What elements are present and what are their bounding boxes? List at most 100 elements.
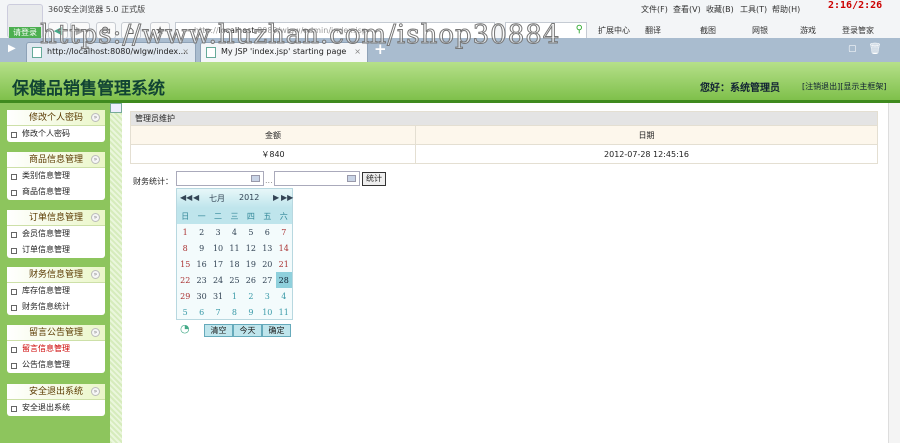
collapse-icon[interactable]: » <box>91 113 100 122</box>
calendar-day[interactable]: 2 <box>243 288 259 304</box>
calendar-day[interactable]: 3 <box>210 224 226 240</box>
month-select[interactable]: 七月 <box>209 193 225 204</box>
panel-header[interactable]: 财务信息管理» <box>7 267 105 283</box>
login-button[interactable]: 请登录 <box>9 27 41 38</box>
panel-header[interactable]: 商品信息管理» <box>7 152 105 168</box>
collapse-sidebar-button[interactable] <box>110 103 122 113</box>
collapse-icon[interactable]: » <box>91 270 100 279</box>
trash-icon[interactable]: 🗑 <box>868 42 882 55</box>
tool-games[interactable]: 游戏 <box>800 25 816 36</box>
calendar-day[interactable]: 1 <box>177 224 193 240</box>
calendar-day[interactable]: 6 <box>259 224 275 240</box>
calendar-day[interactable]: 26 <box>243 272 259 288</box>
tool-bank[interactable]: 网银 <box>752 25 768 36</box>
collapse-icon[interactable]: » <box>91 155 100 164</box>
end-date-input[interactable] <box>274 171 360 186</box>
calendar-day[interactable]: 7 <box>210 304 226 320</box>
sidebar-item[interactable]: 订单信息管理 <box>7 242 105 258</box>
scrollbar[interactable] <box>888 103 900 443</box>
calendar-day[interactable]: 31 <box>210 288 226 304</box>
calendar-day[interactable]: 10 <box>210 240 226 256</box>
calendar-icon[interactable] <box>347 175 356 182</box>
calendar-day[interactable]: 17 <box>210 256 226 272</box>
calendar-day[interactable]: 30 <box>193 288 209 304</box>
sidebar-item[interactable]: 修改个人密码 <box>7 126 105 142</box>
next-month-icon[interactable]: ▶ <box>273 193 279 202</box>
menu-view[interactable]: 查看(V) <box>673 4 701 15</box>
calendar-day[interactable]: 24 <box>210 272 226 288</box>
collapse-icon[interactable]: » <box>91 328 100 337</box>
calendar-day[interactable]: 7 <box>276 224 292 240</box>
calendar-icon[interactable] <box>251 175 260 182</box>
calendar-day[interactable]: 2 <box>193 224 209 240</box>
start-date-input[interactable] <box>176 171 264 186</box>
tool-screenshot[interactable]: 截图 <box>700 25 716 36</box>
sidebar-item[interactable]: 公告信息管理 <box>7 357 105 373</box>
calendar-day[interactable]: 5 <box>177 304 193 320</box>
tool-translate[interactable]: 翻译 <box>645 25 661 36</box>
calendar-day[interactable]: 4 <box>276 288 292 304</box>
calendar-day[interactable]: 12 <box>243 240 259 256</box>
panel-header[interactable]: 修改个人密码» <box>7 110 105 126</box>
calendar-day[interactable]: 1 <box>226 288 242 304</box>
calendar-day[interactable]: 18 <box>226 256 242 272</box>
calendar-day[interactable]: 3 <box>259 288 275 304</box>
menu-help[interactable]: 帮助(H) <box>772 4 800 15</box>
today-button[interactable]: 今天 <box>233 324 262 337</box>
calendar-day[interactable]: 5 <box>243 224 259 240</box>
next-year-icon[interactable]: ▶▶ <box>281 193 293 202</box>
panel-header[interactable]: 留言公告管理» <box>7 325 105 341</box>
statistics-button[interactable]: 统计 <box>362 172 386 186</box>
sidebar-item[interactable]: 库存信息管理 <box>7 283 105 299</box>
calendar-day[interactable]: 14 <box>276 240 292 256</box>
calendar-day[interactable]: 29 <box>177 288 193 304</box>
calendar-day[interactable]: 21 <box>276 256 292 272</box>
menu-tools[interactable]: 工具(T) <box>740 4 767 15</box>
time-icon[interactable]: ◔ <box>180 322 190 335</box>
calendar-day[interactable]: 6 <box>193 304 209 320</box>
calendar-day[interactable]: 13 <box>259 240 275 256</box>
tool-extensions[interactable]: 扩展中心 <box>598 25 630 36</box>
sidebar-item[interactable]: 安全退出系统 <box>7 400 105 416</box>
sidebar-item[interactable]: 留言信息管理 <box>7 341 105 357</box>
collapse-icon[interactable]: » <box>91 213 100 222</box>
tab-count-icon[interactable]: ▢ <box>848 44 857 54</box>
sidebar-item[interactable]: 类别信息管理 <box>7 168 105 184</box>
calendar-day[interactable]: 25 <box>226 272 242 288</box>
prev-month-icon[interactable]: ◀ <box>193 193 199 202</box>
splitter[interactable] <box>110 103 122 443</box>
calendar-day[interactable]: 10 <box>259 304 275 320</box>
calendar-day[interactable]: 9 <box>243 304 259 320</box>
menu-favorites[interactable]: 收藏(B) <box>706 4 734 15</box>
calendar-day[interactable]: 23 <box>193 272 209 288</box>
sidebar-item[interactable]: 会员信息管理 <box>7 226 105 242</box>
calendar-day[interactable]: 19 <box>243 256 259 272</box>
calendar-day[interactable]: 4 <box>226 224 242 240</box>
calendar-day[interactable]: 9 <box>193 240 209 256</box>
logout-link[interactable]: [注销退出] <box>802 82 840 91</box>
search-icon[interactable]: ⚲ <box>576 24 583 35</box>
menu-file[interactable]: 文件(F) <box>641 4 668 15</box>
calendar-day[interactable]: 28 <box>275 272 292 288</box>
sidebar-toggle-icon[interactable]: ▶ <box>8 43 16 54</box>
collapse-icon[interactable]: » <box>91 387 100 396</box>
clear-button[interactable]: 清空 <box>204 324 233 337</box>
ok-button[interactable]: 确定 <box>262 324 291 337</box>
calendar-day[interactable]: 22 <box>177 272 193 288</box>
calendar-day[interactable]: 8 <box>226 304 242 320</box>
calendar-day[interactable]: 11 <box>226 240 242 256</box>
sidebar-item[interactable]: 财务信息统计 <box>7 299 105 315</box>
calendar-day[interactable]: 16 <box>193 256 209 272</box>
year-select[interactable]: 2012 <box>239 193 259 202</box>
sidebar-item[interactable]: 商品信息管理 <box>7 184 105 200</box>
calendar-day[interactable]: 27 <box>259 272 275 288</box>
calendar-day[interactable]: 11 <box>276 304 292 320</box>
calendar-day[interactable]: 20 <box>259 256 275 272</box>
panel-header[interactable]: 安全退出系统» <box>7 384 105 400</box>
panel-header[interactable]: 订单信息管理» <box>7 210 105 226</box>
calendar-day[interactable]: 8 <box>177 240 193 256</box>
tool-login-manager[interactable]: 登录管家 <box>842 25 874 36</box>
show-frame-link[interactable]: [显示主框架] <box>840 82 886 91</box>
calendar-day[interactable]: 15 <box>177 256 193 272</box>
prev-year-icon[interactable]: ◀◀ <box>180 193 192 202</box>
